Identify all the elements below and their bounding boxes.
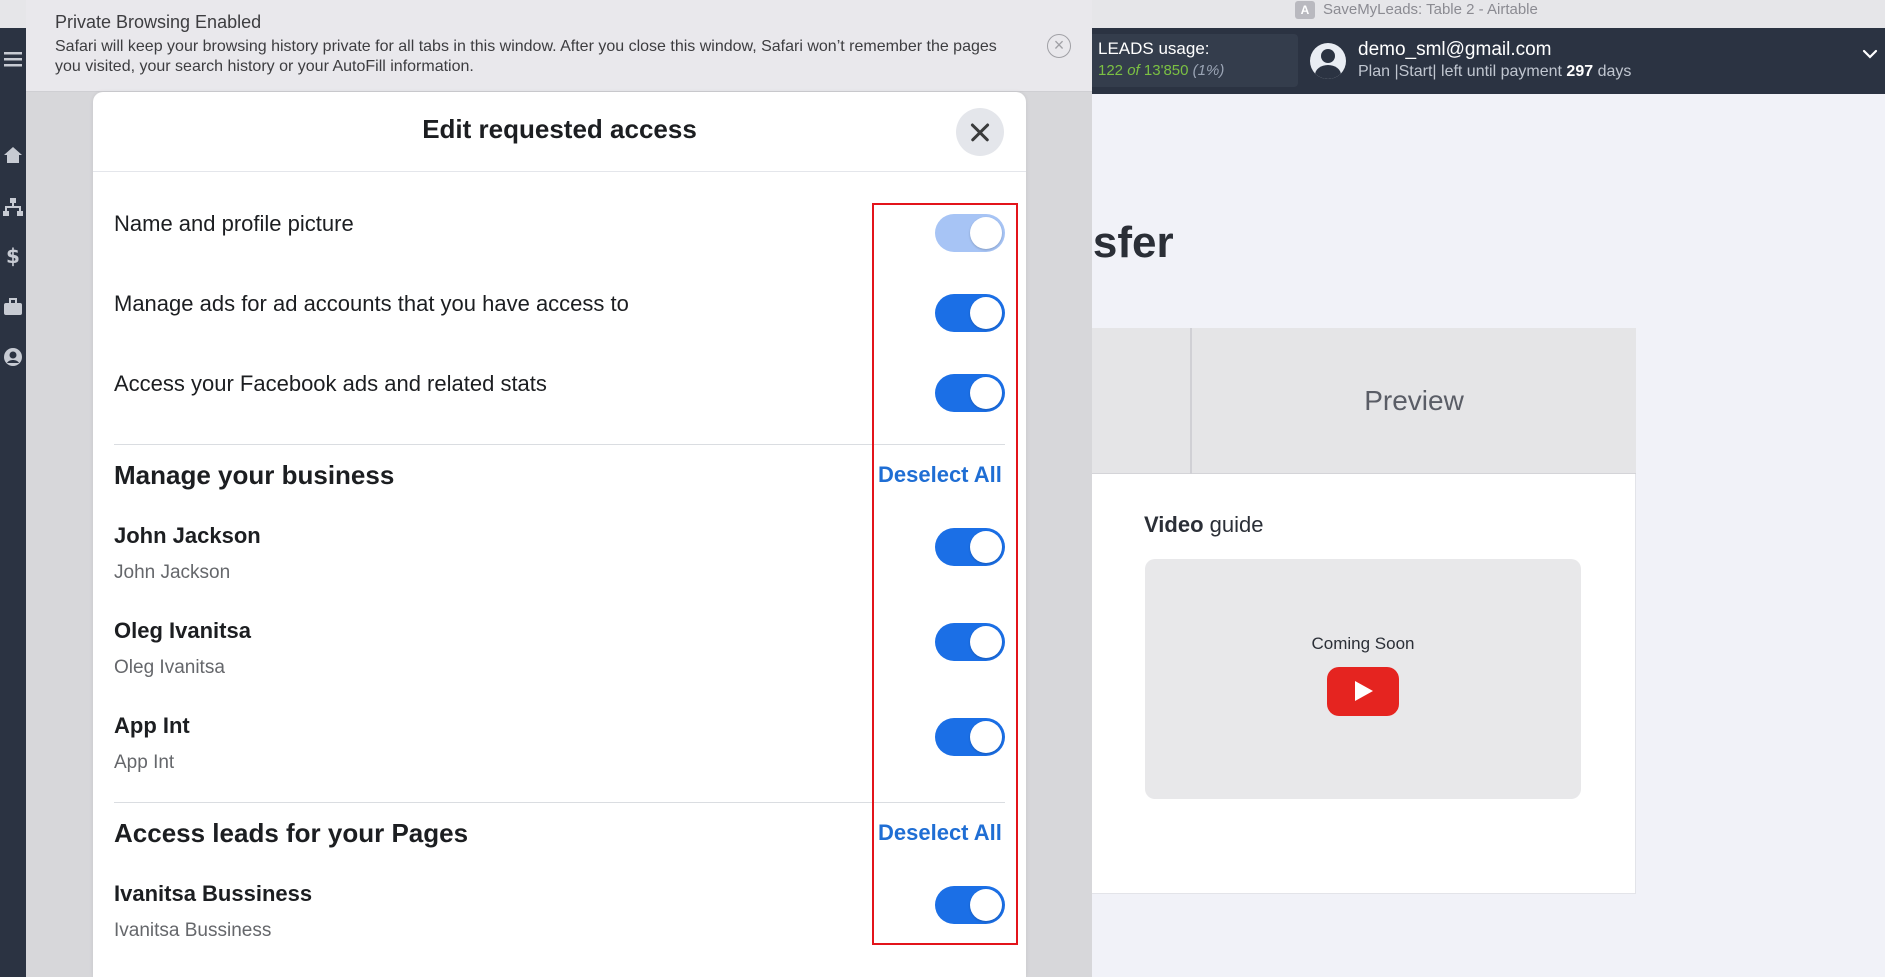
tab-preview[interactable]: Preview (1192, 328, 1636, 474)
leads-total: 13'850 (1143, 62, 1189, 79)
business-item-sub: John Jackson (114, 562, 231, 583)
private-browsing-text: Safari will keep your browsing history p… (55, 38, 997, 75)
menu-icon[interactable] (2, 48, 24, 70)
sitemap-icon[interactable] (2, 196, 24, 218)
permission-label: Manage ads for ad accounts that you have… (114, 291, 629, 316)
permission-label: Name and profile picture (114, 211, 354, 236)
video-label-bold: Video (1144, 512, 1204, 537)
user-circle-icon[interactable] (2, 346, 24, 368)
video-label-rest: guide (1209, 512, 1264, 537)
dialog-title: Edit requested access (422, 114, 697, 144)
video-guide-label: Video guide (1144, 512, 1263, 538)
window-title: A SaveMyLeads: Table 2 - Airtable (1295, 0, 1538, 20)
chevron-down-icon[interactable] (1862, 46, 1878, 62)
banner-close-icon[interactable]: × (1047, 34, 1071, 58)
section-title-business: Manage your business (114, 460, 395, 490)
plan-prefix: Plan |Start| left until payment (1358, 63, 1562, 80)
leads-used: 122 (1098, 62, 1124, 79)
business-item-sub: Oleg Ivanitsa (114, 657, 225, 678)
permission-label: Access your Facebook ads and related sta… (114, 371, 547, 396)
leads-usage-count: 122 of 13'850 (1%) (1098, 60, 1290, 81)
business-item-name: App Int (114, 713, 190, 738)
coming-soon-text: Coming Soon (1311, 634, 1415, 653)
page-item-name: Ivanitsa Bussiness (114, 881, 313, 906)
plan-days-suffix: days (1597, 63, 1632, 80)
svg-text:$: $ (6, 245, 20, 267)
app-sidebar (0, 28, 26, 977)
section-title-pages: Access leads for your Pages (114, 818, 469, 848)
leads-of: of (1127, 62, 1140, 79)
leads-usage-panel: LEADS usage: 122 of 13'850 (1%) (1088, 34, 1298, 87)
window-title-text: SaveMyLeads: Table 2 - Airtable (1323, 1, 1538, 18)
business-item-sub: App Int (114, 752, 175, 773)
private-browsing-title: Private Browsing Enabled (55, 12, 262, 32)
page-item-sub: Ivanitsa Bussiness (114, 920, 272, 941)
business-item-name: John Jackson (114, 523, 261, 548)
dollar-icon[interactable]: $ (2, 245, 24, 267)
user-plan-info: Plan |Start| left until payment 297 days (1358, 62, 1631, 82)
user-email[interactable]: demo_sml@gmail.com (1358, 38, 1552, 62)
youtube-play-icon[interactable] (1327, 667, 1399, 716)
user-avatar-icon[interactable] (1310, 43, 1346, 79)
home-icon[interactable] (2, 144, 24, 166)
briefcase-icon[interactable] (2, 296, 24, 318)
plan-days-number: 297 (1566, 63, 1594, 80)
highlight-frame (872, 203, 1018, 945)
app-badge-icon: A (1295, 1, 1315, 19)
close-icon[interactable] (956, 108, 1004, 156)
leads-usage-title: LEADS usage: (1098, 39, 1210, 58)
business-item-name: Oleg Ivanitsa (114, 618, 251, 643)
leads-percent: (1%) (1192, 62, 1225, 79)
